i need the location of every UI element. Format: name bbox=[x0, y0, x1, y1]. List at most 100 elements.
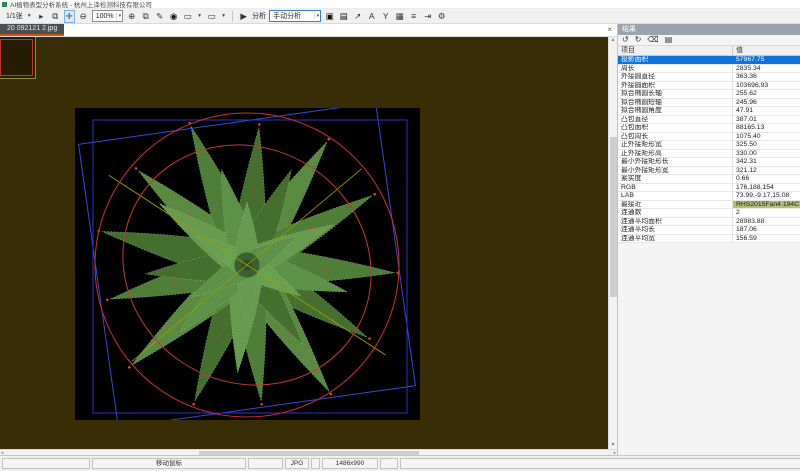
table-row[interactable]: 最小外接矩形宽321.12 bbox=[618, 167, 800, 176]
vertical-scrollbar[interactable]: ▲ ▼ bbox=[608, 37, 617, 449]
tab-bar: 20 092121 2.jpg × bbox=[0, 24, 617, 37]
row-value: RHS2015Fan4 194C Yellow-Green bbox=[733, 201, 800, 209]
row-value: 325.50 bbox=[733, 141, 800, 149]
row-value: 28983.88 bbox=[733, 218, 800, 226]
shape-dropdown-icon[interactable]: ▾ bbox=[196, 10, 203, 23]
row-item-label: LAB bbox=[618, 192, 733, 200]
table-row[interactable]: 凸包面积88165.13 bbox=[618, 124, 800, 133]
status-cell: JPG bbox=[285, 458, 309, 469]
table-row[interactable]: 最小外接矩形长342.31 bbox=[618, 158, 800, 167]
results-table: 项目 值 投影面积57967.75周长2835.34外接圆直径363.36外接圆… bbox=[618, 46, 800, 243]
row-item-label: 正外接矩形高 bbox=[618, 150, 733, 158]
fit-window-icon[interactable]: ⧉ bbox=[140, 10, 151, 23]
status-cell-empty bbox=[400, 458, 800, 469]
row-value: 57967.75 bbox=[733, 56, 800, 64]
scroll-down-icon[interactable]: ▼ bbox=[609, 442, 617, 449]
row-item-label: 周长 bbox=[618, 65, 733, 73]
row-item-label: 连通平均长 bbox=[618, 226, 733, 234]
grid-icon[interactable]: ▦ bbox=[394, 10, 405, 23]
settings-gear-icon[interactable]: ⚙ bbox=[436, 10, 447, 23]
row-value: 187.06 bbox=[733, 226, 800, 234]
table-row[interactable]: 拟合椭圆长轴255.62 bbox=[618, 90, 800, 99]
table-row[interactable]: 外接圆面积103696.93 bbox=[618, 82, 800, 91]
overlay-dropdown-icon[interactable]: ▾ bbox=[220, 10, 227, 23]
table-row[interactable]: 正外接矩形宽325.50 bbox=[618, 141, 800, 150]
row-item-label: 正外接矩形宽 bbox=[618, 141, 733, 149]
table-row[interactable]: RGB176,188,154 bbox=[618, 184, 800, 193]
undo-icon[interactable]: ↺ bbox=[622, 35, 629, 45]
table-row[interactable]: 外接圆直径363.36 bbox=[618, 73, 800, 82]
table-row[interactable]: 最接近RHS2015Fan4 194C Yellow-Green bbox=[618, 201, 800, 210]
row-item-label: 投影面积 bbox=[618, 56, 733, 64]
row-value: 342.31 bbox=[733, 158, 800, 166]
row-item-label: 凸包直径 bbox=[618, 116, 733, 124]
table-row[interactable]: 拟合椭圆角度47.91 bbox=[618, 107, 800, 116]
table-row[interactable]: 连通平均宽156.59 bbox=[618, 235, 800, 244]
row-value: 1075.40 bbox=[733, 133, 800, 141]
save-results-icon[interactable]: ▤ bbox=[665, 35, 673, 45]
row-value: 2 bbox=[733, 209, 800, 217]
row-item-label: RGB bbox=[618, 184, 733, 192]
page-indicator: 1/1张 bbox=[6, 11, 23, 21]
table-row[interactable]: 拟合椭圆短轴245.96 bbox=[618, 99, 800, 108]
redo-icon[interactable]: ↻ bbox=[635, 35, 642, 45]
zoom-combo[interactable]: 100% ▾ bbox=[92, 10, 123, 22]
edit-icon[interactable]: ✎ bbox=[154, 10, 165, 23]
shape-select-icon[interactable]: ▭ bbox=[182, 10, 193, 23]
mask-icon[interactable]: ◉ bbox=[168, 10, 179, 23]
page-dropdown-icon[interactable]: ▾ bbox=[26, 10, 33, 23]
export-icon[interactable]: ⇥ bbox=[422, 10, 433, 23]
row-item-label: 连通平均面积 bbox=[618, 218, 733, 226]
results-table-header: 项目 值 bbox=[618, 46, 800, 56]
status-cell-empty bbox=[380, 458, 398, 469]
analyze-play-icon[interactable]: ▶ bbox=[238, 10, 249, 23]
row-value: 73.99,-9.17,15.08 bbox=[733, 192, 800, 200]
analyze-button[interactable]: 分析 bbox=[252, 11, 266, 21]
row-item-label: 最小外接矩形宽 bbox=[618, 167, 733, 175]
scroll-up-icon[interactable]: ▲ bbox=[611, 37, 616, 43]
zoom-value: 100% bbox=[96, 13, 114, 20]
chevron-down-icon[interactable]: ▾ bbox=[314, 13, 320, 19]
next-image-icon[interactable]: ▸ bbox=[36, 10, 47, 23]
table-row[interactable]: 正外接矩形高330.00 bbox=[618, 150, 800, 159]
zoom-out-icon[interactable]: ⊖ bbox=[78, 10, 89, 23]
mode-combo[interactable]: 手动分析 ▾ bbox=[269, 10, 321, 22]
table-row[interactable]: 连通平均面积28983.88 bbox=[618, 218, 800, 227]
table-row[interactable]: LAB73.99,-9.17,15.08 bbox=[618, 192, 800, 201]
list-icon[interactable]: ≡ bbox=[408, 10, 419, 23]
row-item-label: 凸包面积 bbox=[618, 124, 733, 132]
vertical-scroll-thumb[interactable] bbox=[610, 137, 617, 297]
status-cell: 移动鼠标 bbox=[92, 458, 246, 469]
chevron-down-icon[interactable]: ▾ bbox=[116, 13, 122, 19]
row-item-label: 外接圆直径 bbox=[618, 73, 733, 81]
table-row[interactable]: 紧实度0.66 bbox=[618, 175, 800, 184]
image-viewport[interactable] bbox=[0, 37, 608, 449]
erase-icon[interactable]: ⌫ bbox=[647, 35, 658, 45]
table-row[interactable]: 连通平均长187.06 bbox=[618, 226, 800, 235]
table-row[interactable]: 连通数2 bbox=[618, 209, 800, 218]
results-panel-toolbar: ↺ ↻ ⌫ ▤ bbox=[618, 35, 800, 46]
overlay-select-icon[interactable]: ▭ bbox=[206, 10, 217, 23]
chart-icon[interactable]: ↗ bbox=[352, 10, 363, 23]
results-table-body: 投影面积57967.75周长2835.34外接圆直径363.36外接圆面积103… bbox=[618, 56, 800, 243]
column-header-item: 项目 bbox=[618, 46, 733, 55]
image-view-icon[interactable]: ▣ bbox=[324, 10, 335, 23]
navigator-frame bbox=[0, 39, 33, 76]
close-icon[interactable]: × bbox=[602, 24, 617, 36]
table-row[interactable]: 凸包直径387.01 bbox=[618, 116, 800, 125]
navigator-thumbnail[interactable] bbox=[0, 37, 36, 79]
copy-icon[interactable]: ⧉ bbox=[50, 10, 61, 23]
row-item-label: 紧实度 bbox=[618, 175, 733, 183]
zoom-in-icon[interactable]: ⊕ bbox=[126, 10, 137, 23]
image-canvas[interactable] bbox=[75, 108, 420, 420]
label-a-icon[interactable]: A bbox=[366, 10, 377, 23]
table-row[interactable]: 投影面积57967.75 bbox=[618, 56, 800, 65]
label-y-icon[interactable]: Y bbox=[380, 10, 391, 23]
table-row[interactable]: 凸包周长1075.40 bbox=[618, 133, 800, 142]
row-item-label: 外接圆面积 bbox=[618, 82, 733, 90]
image-tab[interactable]: 20 092121 2.jpg bbox=[0, 24, 64, 36]
report-icon[interactable]: ▤ bbox=[338, 10, 349, 23]
row-value: 156.59 bbox=[733, 235, 800, 243]
table-row[interactable]: 周长2835.34 bbox=[618, 65, 800, 74]
move-tool-icon[interactable]: ✛ bbox=[64, 10, 75, 23]
